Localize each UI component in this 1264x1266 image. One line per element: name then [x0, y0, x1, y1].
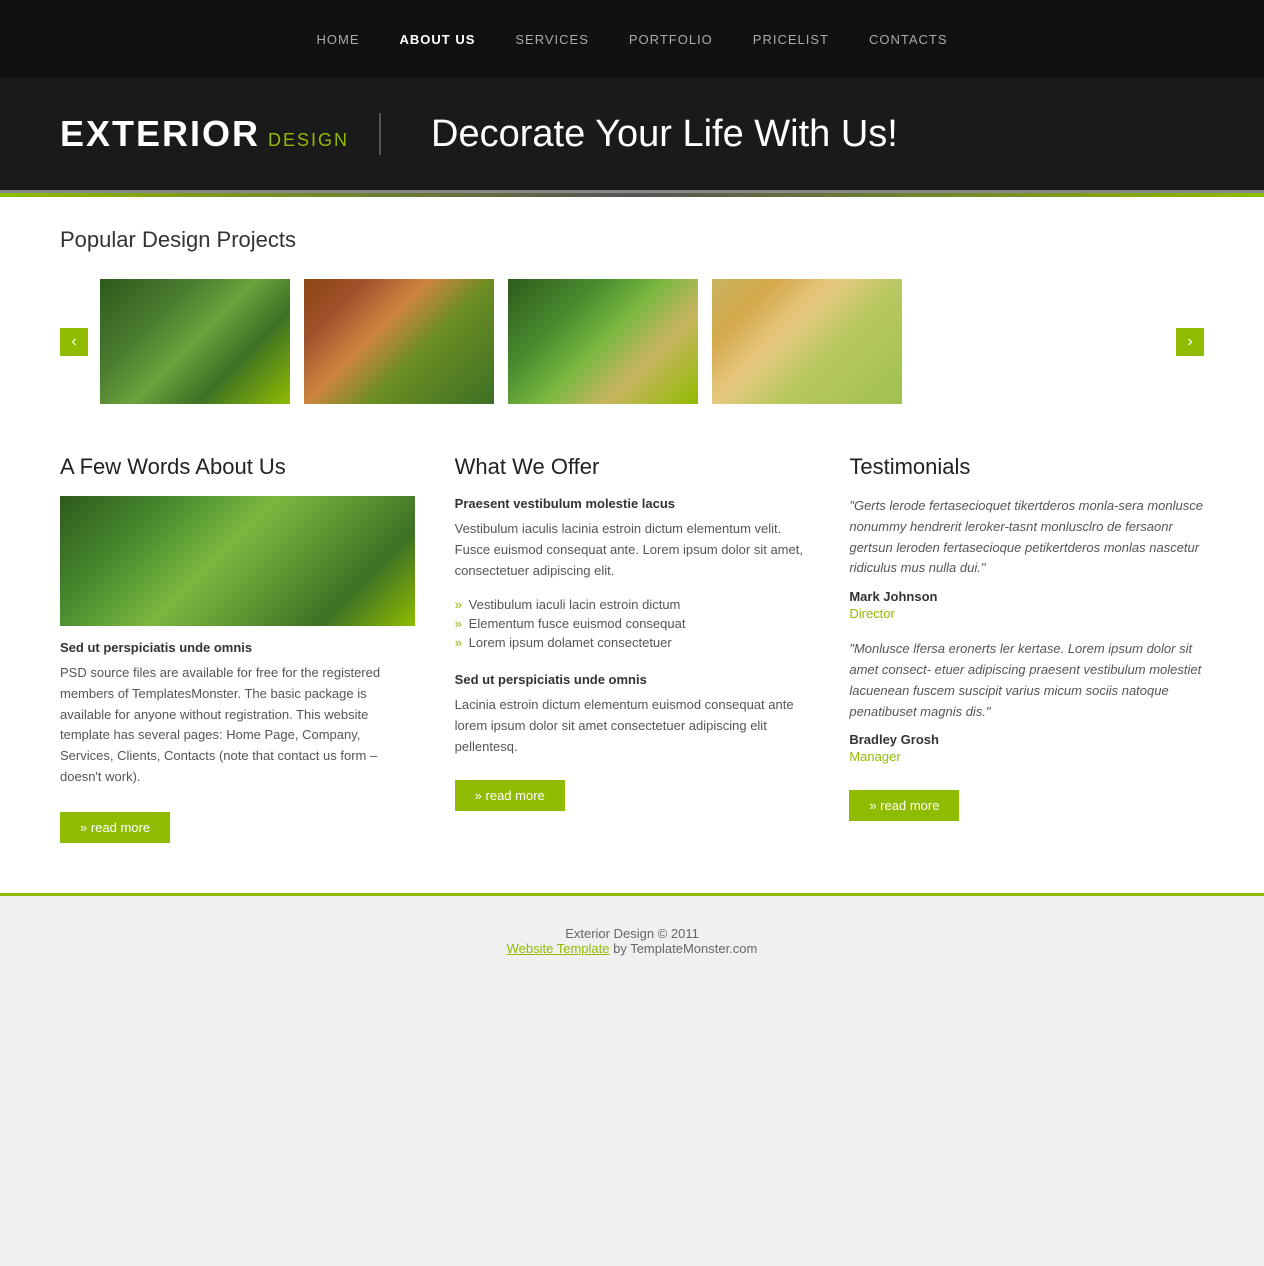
columns-section: A Few Words About Us Sed ut perspiciatis…: [60, 454, 1204, 843]
offer-list-item-3: Lorem ipsum dolamet consectetuer: [455, 633, 810, 652]
nav-item-pricelist[interactable]: PRICELIST: [753, 31, 829, 47]
testimonial-name-1: Mark Johnson: [849, 589, 1204, 604]
projects-title: Popular Design Projects: [60, 227, 1204, 259]
nav-link-home[interactable]: HOME: [316, 32, 359, 47]
testimonials-title: Testimonials: [849, 454, 1204, 480]
offer-list-item-1: Vestibulum iaculi lacin estroin dictum: [455, 595, 810, 614]
hero-tagline: Decorate Your Life With Us!: [431, 113, 898, 156]
hero-banner: EXTERIOR DESIGN Decorate Your Life With …: [0, 78, 1264, 193]
about-title: A Few Words About Us: [60, 454, 415, 480]
nav-link-portfolio[interactable]: PORTFOLIO: [629, 32, 713, 47]
logo-sub-text: DESIGN: [268, 130, 349, 151]
offer-read-more-button[interactable]: » read more: [455, 780, 565, 811]
offer-text2: Lacinia estroin dictum elementum euismod…: [455, 695, 810, 757]
footer-template-link[interactable]: Website Template: [507, 941, 610, 956]
carousel-next-button[interactable]: ›: [1176, 328, 1204, 356]
testimonial-quote-1: "Gerts lerode fertasecioquet tikertderos…: [849, 496, 1204, 579]
main-nav: HOME ABOUT US SERVICES PORTFOLIO PRICELI…: [316, 31, 947, 47]
site-footer: Exterior Design © 2011 Website Template …: [0, 893, 1264, 976]
hero-logo: EXTERIOR DESIGN: [60, 113, 381, 155]
nav-link-pricelist[interactable]: PRICELIST: [753, 32, 829, 47]
testimonials-read-more-button[interactable]: » read more: [849, 790, 959, 821]
carousel-wrapper: ‹ ›: [60, 279, 1204, 404]
project-thumb-3[interactable]: [508, 279, 698, 404]
nav-item-services[interactable]: SERVICES: [515, 31, 589, 47]
carousel-images: [100, 279, 1164, 404]
nav-item-portfolio[interactable]: PORTFOLIO: [629, 31, 713, 47]
about-text: PSD source files are available for free …: [60, 663, 415, 788]
offer-title: What We Offer: [455, 454, 810, 480]
testimonials-column: Testimonials "Gerts lerode fertasecioque…: [849, 454, 1204, 843]
offer-bold1: Praesent vestibulum molestie lacus: [455, 496, 810, 511]
site-header: HOME ABOUT US SERVICES PORTFOLIO PRICELI…: [0, 0, 1264, 78]
footer-copyright: Exterior Design © 2011: [0, 926, 1264, 941]
footer-template-info: Website Template by TemplateMonster.com: [0, 941, 1264, 956]
offer-column: What We Offer Praesent vestibulum molest…: [455, 454, 810, 843]
nav-item-home[interactable]: HOME: [316, 31, 359, 47]
project-thumb-1[interactable]: [100, 279, 290, 404]
footer-suffix: by TemplateMonster.com: [609, 941, 757, 956]
testimonial-role-2: Manager: [849, 749, 1204, 764]
logo-main-text: EXTERIOR: [60, 113, 260, 155]
nav-item-contacts[interactable]: CONTACTS: [869, 31, 948, 47]
about-subtitle: Sed ut perspiciatis unde omnis: [60, 640, 415, 655]
offer-text1: Vestibulum iaculis lacinia estroin dictu…: [455, 519, 810, 581]
nav-link-about[interactable]: ABOUT US: [399, 32, 475, 47]
about-read-more-button[interactable]: » read more: [60, 812, 170, 843]
offer-list: Vestibulum iaculi lacin estroin dictum E…: [455, 595, 810, 652]
testimonial-name-2: Bradley Grosh: [849, 732, 1204, 747]
testimonial-quote-2: "Monlusce lfersa eronerts ler kertase. L…: [849, 639, 1204, 722]
testimonial-role-1: Director: [849, 606, 1204, 621]
offer-list-item-2: Elementum fusce euismod consequat: [455, 614, 810, 633]
project-thumb-4[interactable]: [712, 279, 902, 404]
offer-bold2: Sed ut perspiciatis unde omnis: [455, 672, 810, 687]
nav-link-contacts[interactable]: CONTACTS: [869, 32, 948, 47]
nav-link-services[interactable]: SERVICES: [515, 32, 589, 47]
about-column: A Few Words About Us Sed ut perspiciatis…: [60, 454, 415, 843]
carousel-prev-button[interactable]: ‹: [60, 328, 88, 356]
nav-item-about[interactable]: ABOUT US: [399, 31, 475, 47]
main-content: Popular Design Projects ‹ › A Few Words …: [0, 197, 1264, 893]
about-image: [60, 496, 415, 626]
project-thumb-2[interactable]: [304, 279, 494, 404]
